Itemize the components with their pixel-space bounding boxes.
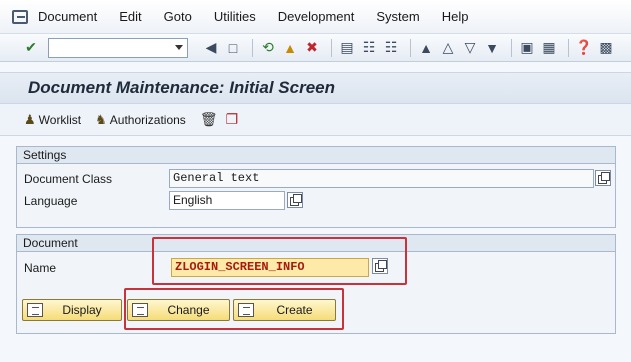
first-page-icon[interactable]: ▲: [417, 39, 435, 57]
toolbar-divider: [410, 38, 411, 57]
back-icon[interactable]: ⟲: [259, 39, 277, 57]
display-button[interactable]: Display: [22, 299, 122, 321]
display-label: Display: [62, 303, 102, 317]
display-icon: [27, 303, 43, 317]
menu-system[interactable]: System: [376, 9, 419, 24]
menu-goto[interactable]: Goto: [164, 9, 192, 24]
find-icon[interactable]: ☷: [360, 39, 378, 57]
language-field[interactable]: English: [169, 191, 285, 210]
next-page-icon[interactable]: ▽: [461, 39, 479, 57]
menu-document[interactable]: Document: [38, 9, 97, 24]
name-label: Name: [24, 261, 57, 275]
menu-utilities[interactable]: Utilities: [214, 9, 256, 24]
layout-icon[interactable]: ▩: [597, 39, 615, 57]
page-title: Document Maintenance: Initial Screen: [28, 78, 336, 97]
standard-toolbar: ✔ ◀ □ ⟲ ▲ ✖ ▤ ☷ ☷ ▲ △ ▽ ▼ ▣ ▦ ❓ ▩: [0, 34, 631, 62]
command-field[interactable]: [48, 37, 188, 58]
toolbar-divider: [252, 38, 253, 57]
value-help-icon[interactable]: [595, 170, 611, 186]
status-area: [0, 336, 631, 362]
new-session-icon[interactable]: ▣: [518, 39, 536, 57]
help-icon[interactable]: ❓: [575, 39, 593, 57]
worklist-button[interactable]: ♟ Worklist: [24, 112, 81, 128]
highlight-box-name: [152, 237, 407, 285]
enter-icon[interactable]: ✔: [22, 39, 40, 57]
application-toolbar: ♟ Worklist ♞ Authorizations 🗑 ❐: [0, 104, 631, 136]
person-icon: ♟: [24, 111, 36, 127]
menu-help[interactable]: Help: [442, 9, 469, 24]
toolbar-divider: [511, 38, 512, 57]
sap-menu-icon[interactable]: [12, 9, 28, 24]
find-next-icon[interactable]: ☷: [382, 39, 400, 57]
toolbar-divider: [568, 38, 569, 57]
worklist-label: Worklist: [38, 112, 82, 127]
copy-icon[interactable]: ❐: [226, 111, 239, 128]
users-icon: ♞: [95, 111, 107, 127]
document-class-field[interactable]: General text: [169, 169, 594, 188]
exit-icon[interactable]: ▲: [281, 39, 299, 57]
cancel-icon[interactable]: ✖: [303, 39, 321, 57]
back-nav-icon[interactable]: ◀: [202, 39, 220, 57]
chevron-down-icon[interactable]: [175, 44, 183, 50]
menu-development[interactable]: Development: [278, 9, 355, 24]
authorizations-label: Authorizations: [109, 112, 186, 127]
document-class-label: Document Class: [24, 172, 113, 186]
last-page-icon[interactable]: ▼: [483, 39, 501, 57]
delete-icon[interactable]: 🗑: [200, 111, 218, 128]
authorizations-button[interactable]: ♞ Authorizations: [95, 112, 186, 128]
title-bar: Document Maintenance: Initial Screen: [0, 72, 631, 104]
menu-bar: Document Edit Goto Utilities Development…: [0, 0, 631, 34]
prev-page-icon[interactable]: △: [439, 39, 457, 57]
save-icon[interactable]: □: [224, 39, 242, 57]
language-label: Language: [24, 194, 78, 208]
value-help-icon[interactable]: [287, 192, 303, 208]
menu-edit[interactable]: Edit: [119, 9, 141, 24]
highlight-box-buttons: [124, 288, 344, 330]
shortcut-icon[interactable]: ▦: [540, 39, 558, 57]
toolbar-divider: [331, 38, 332, 57]
print-icon[interactable]: ▤: [338, 39, 356, 57]
settings-group-title: Settings: [17, 147, 615, 164]
